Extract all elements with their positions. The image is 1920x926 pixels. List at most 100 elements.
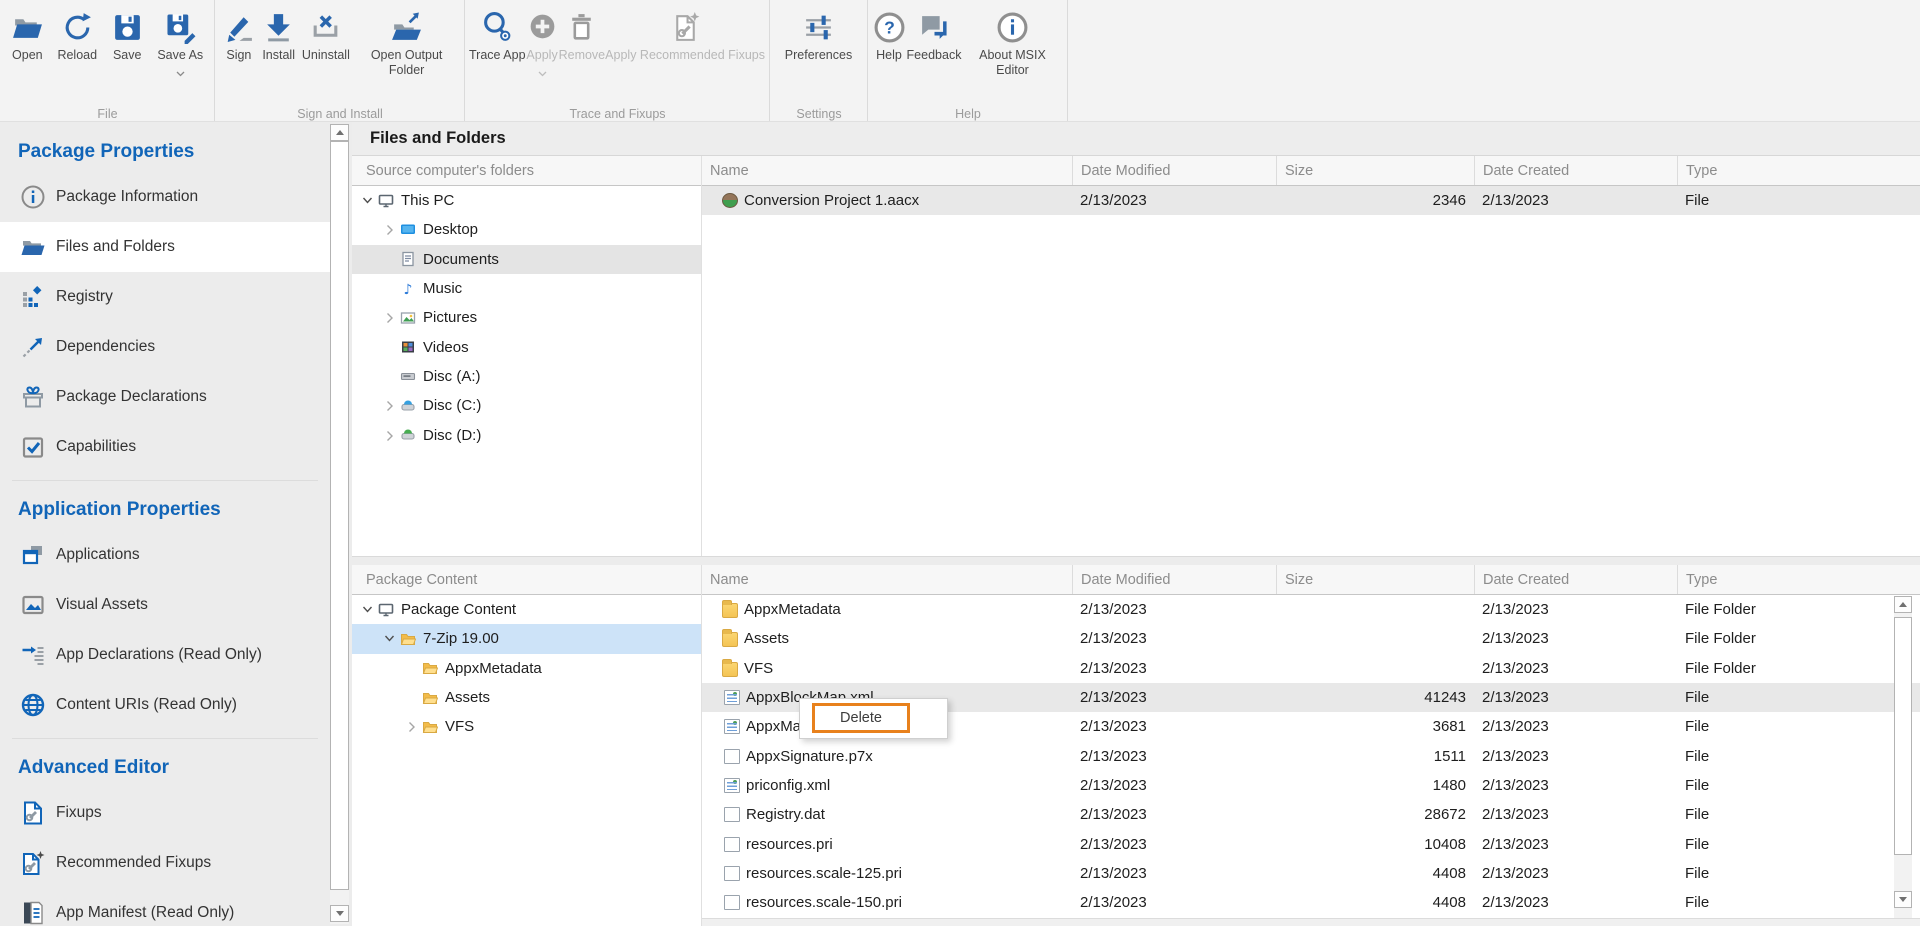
chevron-down-icon[interactable] [380,631,398,647]
tree-item-videos[interactable]: Videos [352,332,701,361]
about-msix-editor-button[interactable]: About MSIX Editor [962,0,1062,78]
save-as-button[interactable]: Save As [157,0,203,82]
table-row[interactable]: AppxMetadata 2/13/2023 2/13/2023 File Fo… [702,595,1920,624]
source-list-header-row: Name Date Modified Size Date Created Typ… [702,156,1920,186]
page-title: Files and Folders [352,122,1920,156]
tree-item-assets[interactable]: Assets [352,683,701,712]
uninstall-button[interactable]: Uninstall [302,0,350,63]
package-content-header[interactable]: Package Content [352,565,701,595]
feedback-button[interactable]: Feedback [907,0,962,63]
file-name: resources.scale-150.pri [746,894,902,911]
tree-item-7zip[interactable]: 7-Zip 19.00 [352,624,701,653]
remove-button[interactable]: Remove [559,0,606,63]
sidebar-item-visual-assets[interactable]: Visual Assets [0,580,330,630]
preferences-button[interactable]: Preferences [785,0,852,63]
apply-recommended-fixups-button[interactable]: Apply Recommended Fixups [605,0,765,63]
sidebar-item-content-uris[interactable]: Content URIs (Read Only) [0,680,330,730]
table-row[interactable]: Assets 2/13/2023 2/13/2023 File Folder [702,624,1920,653]
file-name: Conversion Project 1.aacx [744,192,919,209]
chevron-down-icon[interactable] [358,602,376,618]
sidebar-item-dependencies[interactable]: Dependencies [0,322,330,372]
chevron-down-icon[interactable] [176,64,185,82]
table-row[interactable]: priconfig.xml 2/13/2023 1480 2/13/2023 F… [702,771,1920,800]
sidebar-item-fixups[interactable]: Fixups [0,788,330,838]
column-header-name[interactable]: Name [702,565,1072,594]
tree-item-this-pc[interactable]: This PC [352,186,701,215]
sidebar-scrollbar[interactable] [330,124,349,924]
open-button[interactable]: Open [11,0,44,63]
column-header-date-created[interactable]: Date Created [1474,565,1677,594]
column-header-date-created[interactable]: Date Created [1474,156,1677,185]
tree-item-disc-d[interactable]: Disc (D:) [352,420,701,449]
column-header-type[interactable]: Type [1677,565,1920,594]
folder-icon [398,631,418,647]
scrollbar-thumb[interactable] [330,141,349,890]
tree-item-documents[interactable]: Documents [352,245,701,274]
scroll-up-button[interactable] [1894,596,1912,613]
tree-item-vfs[interactable]: VFS [352,712,701,741]
sidebar-item-package-declarations[interactable]: Package Declarations [0,372,330,422]
table-row[interactable]: Registry.dat 2/13/2023 28672 2/13/2023 F… [702,800,1920,829]
table-row[interactable]: Conversion Project 1.aacx 2/13/2023 2346… [702,186,1920,215]
open-output-folder-icon [390,9,423,45]
pane-splitter[interactable] [352,556,1920,565]
tree-item-appxmetadata[interactable]: AppxMetadata [352,654,701,683]
context-menu-item-delete[interactable]: Delete [812,703,910,733]
chevron-down-icon[interactable] [358,193,376,209]
tree-item-disc-a[interactable]: Disc (A:) [352,362,701,391]
scrollbar-thumb[interactable] [1894,617,1912,855]
tree-item-pictures[interactable]: Pictures [352,303,701,332]
chevron-right-icon[interactable] [380,222,398,238]
table-row[interactable]: resources.pri 2/13/2023 10408 2/13/2023 … [702,829,1920,858]
column-header-name[interactable]: Name [702,156,1072,185]
sidebar-item-recommended-fixups[interactable]: Recommended Fixups [0,838,330,888]
chevron-right-icon[interactable] [380,427,398,443]
scroll-up-button[interactable] [330,124,349,141]
column-header-size[interactable]: Size [1276,565,1474,594]
sidebar-item-app-declarations[interactable]: App Declarations (Read Only) [0,630,330,680]
sign-button[interactable]: Sign [222,0,255,63]
chevron-down-icon[interactable] [538,64,547,82]
package-content-pane: Package Content Package Content 7-Zip 19… [352,565,1920,926]
sidebar-item-package-information[interactable]: Package Information [0,172,330,222]
scroll-down-button[interactable] [330,905,349,922]
sidebar-item-capabilities[interactable]: Capabilities [0,422,330,472]
sidebar-item-app-manifest[interactable]: App Manifest (Read Only) [0,888,330,926]
sidebar: Package Properties Package Information F… [0,122,352,926]
videos-icon [398,339,418,355]
sidebar-item-registry[interactable]: Registry [0,272,330,322]
horizontal-scrollbar-track[interactable] [702,918,1920,926]
uninstall-icon [309,9,342,45]
scroll-down-button[interactable] [1894,891,1912,908]
save-button[interactable]: Save [111,0,144,63]
source-folders-header[interactable]: Source computer's folders [352,156,701,186]
chevron-placeholder [380,368,398,384]
trace-app-button[interactable]: Trace App [469,0,526,63]
tree-item-disc-c[interactable]: Disc (C:) [352,391,701,420]
table-row[interactable]: resources.scale-150.pri 2/13/2023 4408 2… [702,888,1920,917]
tree-item-package-content[interactable]: Package Content [352,595,701,624]
table-row[interactable]: VFS 2/13/2023 2/13/2023 File Folder [702,654,1920,683]
reload-button[interactable]: Reload [57,0,97,63]
tree-item-desktop[interactable]: Desktop [352,215,701,244]
install-arrow-icon [262,9,295,45]
package-list-scrollbar[interactable] [1894,596,1912,918]
chevron-right-icon[interactable] [402,719,420,735]
open-output-folder-button[interactable]: Open Output Folder [357,0,457,78]
chevron-right-icon[interactable] [380,310,398,326]
sidebar-item-files-and-folders[interactable]: Files and Folders [0,222,330,272]
column-header-date-modified[interactable]: Date Modified [1072,565,1276,594]
help-button[interactable]: ? Help [873,0,906,63]
tree-item-music[interactable]: ♪ Music [352,274,701,303]
column-header-date-modified[interactable]: Date Modified [1072,156,1276,185]
column-header-type[interactable]: Type [1677,156,1920,185]
table-row[interactable]: AppxSignature.p7x 2/13/2023 1511 2/13/20… [702,741,1920,770]
sidebar-item-applications[interactable]: Applications [0,530,330,580]
file-name: AppxMetadata [744,601,841,618]
column-header-size[interactable]: Size [1276,156,1474,185]
apply-button[interactable]: Apply [526,0,559,82]
install-button[interactable]: Install [262,0,295,63]
chevron-right-icon[interactable] [380,398,398,414]
date-modified-cell: 2/13/2023 [1072,777,1276,794]
table-row[interactable]: resources.scale-125.pri 2/13/2023 4408 2… [702,859,1920,888]
